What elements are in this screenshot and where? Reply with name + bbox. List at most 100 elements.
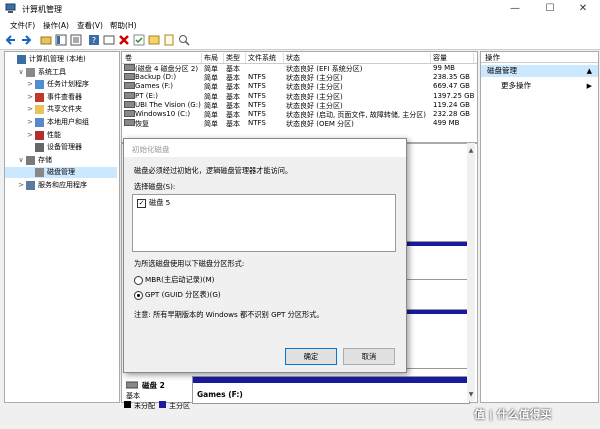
console-tree-icon[interactable] xyxy=(55,34,67,46)
menu-view[interactable]: 查看(V) xyxy=(77,20,103,31)
actions-disk-management-label: 磁盘管理 xyxy=(487,66,517,75)
table-cell: Windows10 (C:) xyxy=(135,110,191,118)
cancel-button[interactable]: 取消 xyxy=(343,348,395,365)
gpt-note: 注意: 所有早期版本的 Windows 都不识别 GPT 分区形式。 xyxy=(134,310,324,319)
column-status[interactable]: 状态 xyxy=(286,53,431,63)
table-cell: 669.47 GB xyxy=(433,82,470,91)
zoom-icon[interactable] xyxy=(178,34,190,46)
check-icon[interactable] xyxy=(133,34,145,46)
primary-swatch xyxy=(159,401,166,408)
disk-listbox[interactable]: ✓ 磁盘 5 xyxy=(132,194,396,252)
tree-item-2[interactable]: > 任务计划程序 xyxy=(5,79,117,90)
disk2-partition-games[interactable]: Games (F:) xyxy=(192,376,470,404)
actions-more-label: 更多操作 xyxy=(501,81,531,90)
tree-item-0[interactable]: 计算机管理 (本地) xyxy=(5,54,117,65)
disk-drive-icon xyxy=(126,381,138,389)
volume-icon xyxy=(124,82,135,90)
unallocated-swatch xyxy=(124,401,131,408)
tree-item-9[interactable]: 磁盘管理 xyxy=(5,167,117,179)
column-layout[interactable]: 布局 xyxy=(204,53,224,63)
computer-management-window: 计算机管理 — ☐ ✕ 文件(F) 操作(A) 查看(V) 帮助(H) ? 计算… xyxy=(0,0,600,429)
tree-item-label: 系统工具 xyxy=(38,67,66,76)
mbr-label: MBR(主启动记录)(M) xyxy=(145,275,215,284)
expand-chevron-icon[interactable]: > xyxy=(26,79,34,90)
delete-icon[interactable] xyxy=(118,34,130,46)
table-cell: 119.24 GB xyxy=(433,100,470,109)
folder-icon xyxy=(35,105,44,115)
menu-bar: 文件(F) 操作(A) 查看(V) 帮助(H) xyxy=(0,18,600,32)
partition-block[interactable] xyxy=(400,241,469,280)
table-cell: NTFS xyxy=(248,100,266,109)
volume-icon xyxy=(124,64,135,71)
partition-style-label: 为所选磁盘使用以下磁盘分区形式: xyxy=(134,259,245,268)
expand-chevron-icon[interactable]: > xyxy=(26,104,34,115)
disk5-label: 磁盘 5 xyxy=(149,198,171,207)
mbr-radio[interactable] xyxy=(134,276,143,285)
collapse-up-icon[interactable]: ▲ xyxy=(587,65,592,77)
table-cell: UBI The Vision (G:) xyxy=(135,100,201,109)
expand-chevron-icon[interactable]: > xyxy=(26,130,34,141)
initialize-disk-dialog: 初始化磁盘 磁盘必须经过初始化，逻辑磁盘管理器才能访问。 选择磁盘(S): ✓ … xyxy=(123,138,407,373)
dialog-title-bar: 初始化磁盘 xyxy=(124,139,406,157)
expand-chevron-icon[interactable]: > xyxy=(26,117,34,128)
menu-help[interactable]: 帮助(H) xyxy=(110,20,137,31)
expand-chevron-icon[interactable]: > xyxy=(17,180,25,191)
menu-action[interactable]: 操作(A) xyxy=(43,20,69,31)
up-folder-icon[interactable] xyxy=(40,34,52,46)
table-cell: 499 MB xyxy=(433,119,460,128)
tree-item-8[interactable]: ∨ 存储 xyxy=(5,155,117,166)
open-folder-icon[interactable] xyxy=(148,34,160,46)
vertical-scrollbar[interactable]: ▲ ▼ xyxy=(467,143,475,401)
device-icon xyxy=(35,143,44,153)
tree-item-label: 服务和应用程序 xyxy=(38,181,87,189)
watermark: 值 | 什么值得买 xyxy=(474,408,552,421)
table-cell: 基本 xyxy=(226,120,240,129)
forward-arrow-icon[interactable] xyxy=(20,34,32,46)
menu-file[interactable]: 文件(F) xyxy=(10,20,35,31)
column-filesystem[interactable]: 文件系统 xyxy=(248,53,284,63)
properties-icon[interactable] xyxy=(70,34,82,46)
partition-block-2[interactable] xyxy=(400,309,469,369)
minimize-button[interactable]: — xyxy=(498,0,532,18)
tree-item-10[interactable]: > 服务和应用程序 xyxy=(5,180,117,191)
help-icon[interactable]: ? xyxy=(88,34,100,46)
ok-button[interactable]: 确定 xyxy=(285,348,337,365)
column-capacity[interactable]: 容量 xyxy=(433,53,474,63)
collapse-chevron-icon[interactable]: ∨ xyxy=(17,155,25,166)
legend-primary: 主分区 xyxy=(169,402,190,410)
table-row[interactable]: 恢复 简单 基本 NTFS 状态良好 (OEM 分区) 499 MB xyxy=(122,119,477,129)
column-type[interactable]: 类型 xyxy=(226,53,246,63)
actions-pane: 操作 磁盘管理 ▲ 更多操作 ▶ xyxy=(480,51,599,403)
svg-text:?: ? xyxy=(92,36,96,45)
tree-item-7[interactable]: 设备管理器 xyxy=(5,142,117,153)
table-cell: Games (F:) xyxy=(135,82,174,91)
volume-icon xyxy=(124,100,135,108)
dialog-message: 磁盘必须经过初始化，逻辑磁盘管理器才能访问。 xyxy=(134,166,293,175)
column-volume[interactable]: 卷 xyxy=(125,53,202,63)
volume-icon xyxy=(124,91,135,99)
maximize-button[interactable]: ☐ xyxy=(533,0,567,18)
tree-item-1[interactable]: ∨ 系统工具 xyxy=(5,67,117,78)
document-icon[interactable] xyxy=(163,34,175,46)
view-icon[interactable] xyxy=(103,34,115,46)
tree-item-3[interactable]: > 事件查看器 xyxy=(5,92,117,103)
table-cell: PT (E:) xyxy=(135,91,158,100)
legend-bar: 未分配 主分区 值 | 什么值得买 xyxy=(0,401,600,429)
collapse-chevron-icon[interactable]: ∨ xyxy=(17,67,25,78)
disk2-type: 基本 xyxy=(126,392,140,400)
tree-item-4[interactable]: > 共享文件夹 xyxy=(5,104,117,115)
actions-header: 操作 xyxy=(481,52,598,63)
volume-icon xyxy=(124,110,135,117)
expand-chevron-icon[interactable]: > xyxy=(26,92,34,103)
actions-more[interactable]: 更多操作 ▶ xyxy=(481,80,598,92)
tree-item-6[interactable]: > 性能 xyxy=(5,130,117,141)
perf-icon xyxy=(35,130,44,140)
gpt-radio[interactable] xyxy=(134,291,143,300)
disk5-checkbox[interactable]: ✓ xyxy=(137,199,146,208)
tree-item-5[interactable]: > 本地用户和组 xyxy=(5,117,117,128)
table-cell: 232.28 GB xyxy=(433,110,470,118)
back-arrow-icon[interactable] xyxy=(5,34,17,46)
title-bar: 计算机管理 — ☐ ✕ xyxy=(0,0,600,19)
close-button[interactable]: ✕ xyxy=(566,0,600,18)
actions-disk-management[interactable]: 磁盘管理 ▲ xyxy=(481,65,598,77)
